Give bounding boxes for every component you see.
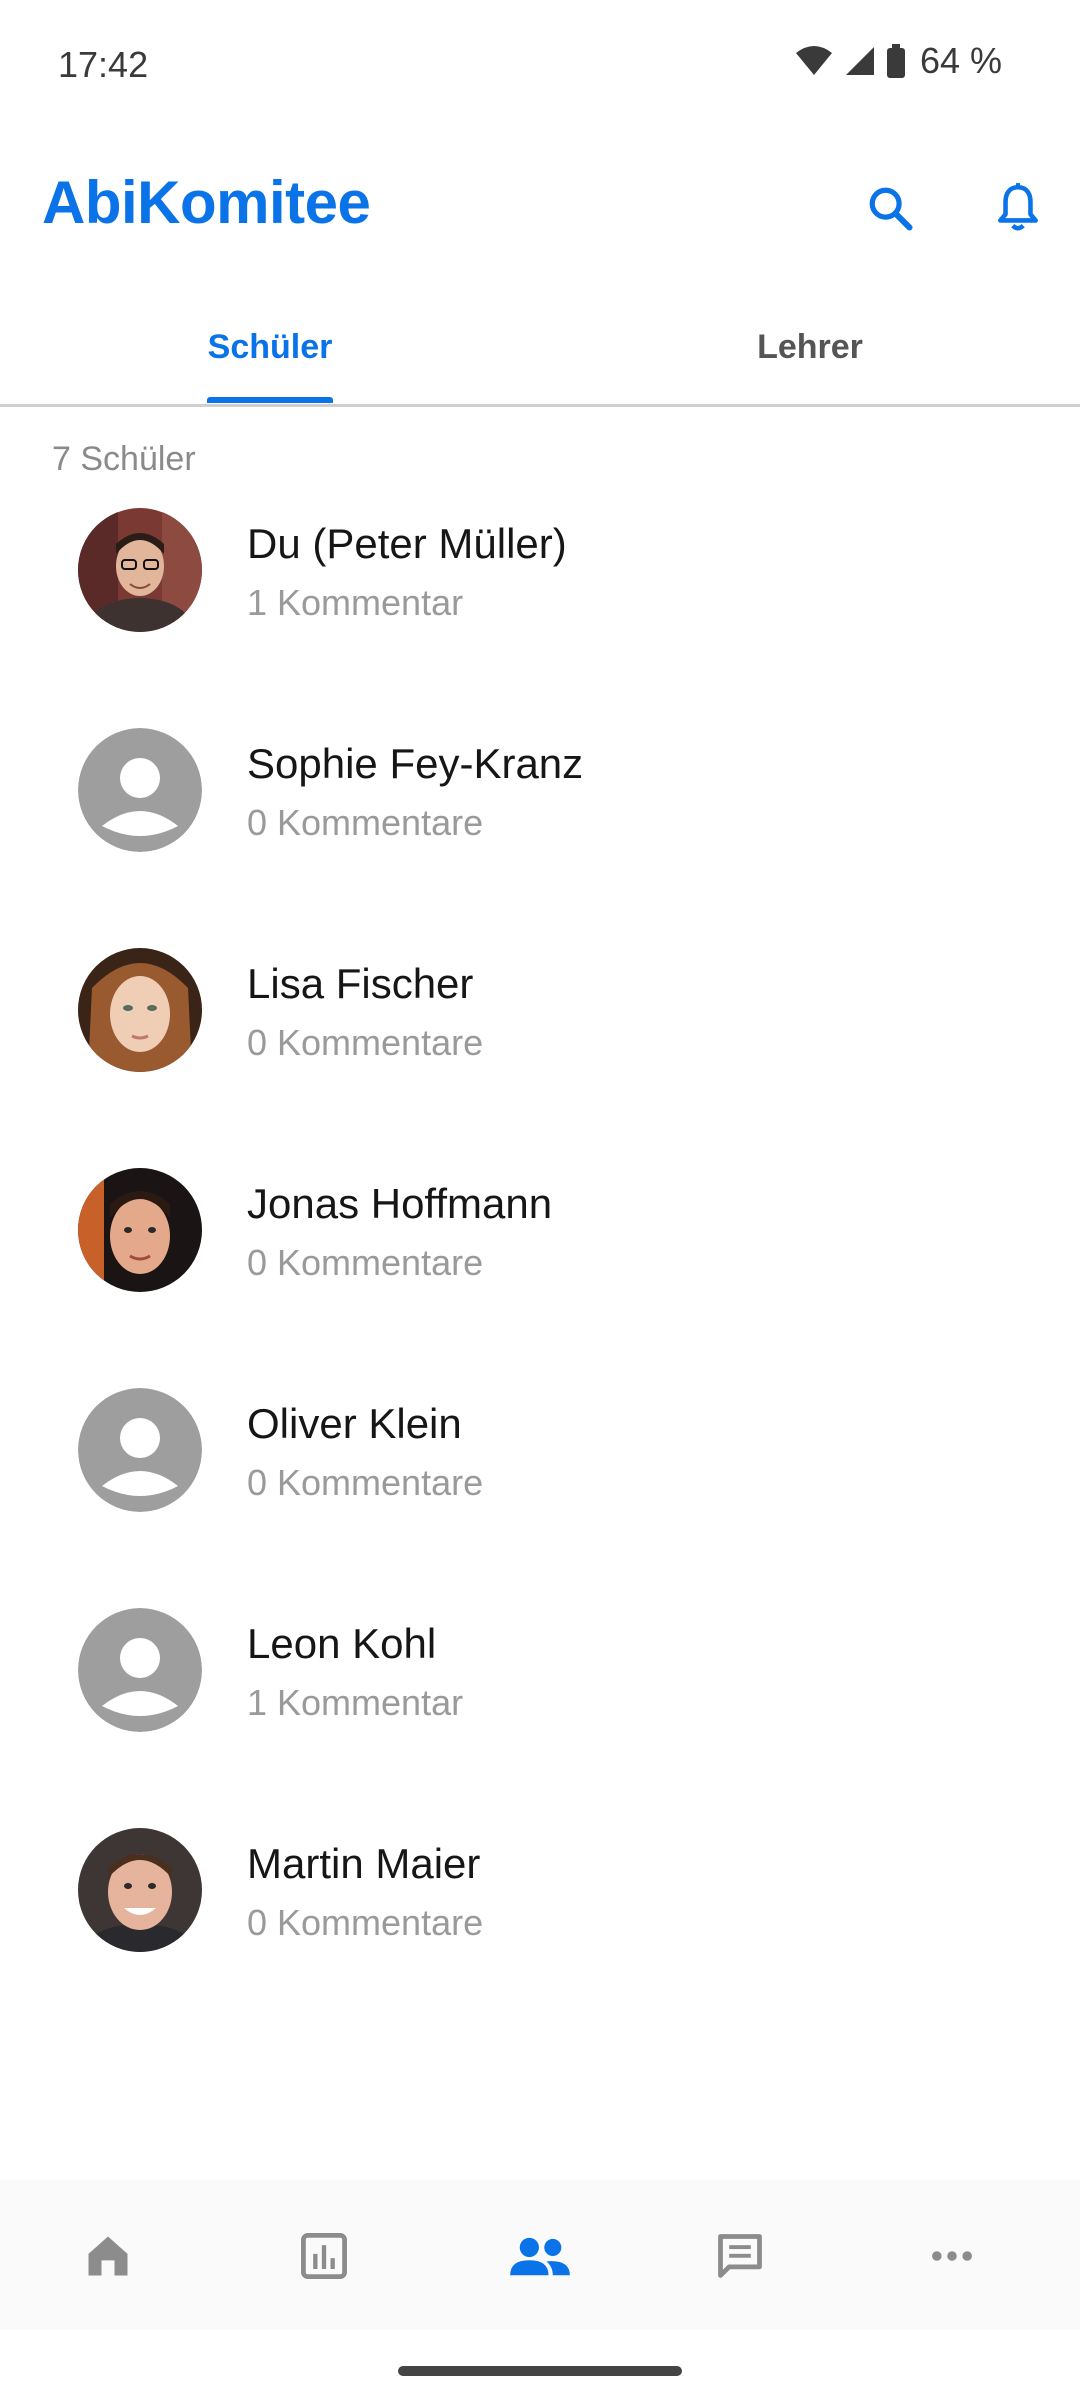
- nav-messages[interactable]: [690, 2208, 790, 2308]
- battery-percentage: 64 %: [919, 40, 1002, 81]
- comment-count: 1 Kommentar: [247, 1682, 464, 1723]
- comment-count: 1 Kommentar: [247, 582, 464, 623]
- person-name: Martin Maier: [247, 1840, 481, 1887]
- comment-count: 0 Kommentare: [247, 1242, 484, 1283]
- home-indicator[interactable]: [398, 2366, 682, 2376]
- student-list: Du (Peter Müller) 1 Kommentar Sophie Fey…: [0, 500, 1080, 2040]
- status-icons: 64 %: [794, 40, 1002, 82]
- battery-icon: [886, 44, 906, 78]
- comment-count: 0 Kommentare: [247, 1462, 484, 1503]
- tab-lehrer[interactable]: Lehrer: [540, 290, 1080, 404]
- app-title: AbiKomitee: [42, 169, 371, 236]
- chat-icon: [714, 2230, 766, 2287]
- tab-schueler[interactable]: Schüler: [0, 290, 540, 404]
- home-icon: [82, 2230, 134, 2287]
- tab-bar: Schüler Lehrer: [0, 290, 1080, 407]
- avatar: [78, 1168, 202, 1292]
- signal-icon: [844, 45, 876, 77]
- avatar-placeholder-icon: [78, 728, 202, 852]
- more-icon: [926, 2230, 978, 2287]
- status-bar: 17:42 64 %: [0, 0, 1080, 130]
- bottom-navigation: [0, 2180, 1080, 2330]
- search-icon: [864, 182, 916, 239]
- person-name: Leon Kohl: [247, 1620, 437, 1667]
- comment-count: 0 Kommentare: [247, 1902, 484, 1943]
- notifications-button[interactable]: [978, 170, 1058, 250]
- person-name: Oliver Klein: [247, 1400, 462, 1447]
- search-button[interactable]: [850, 170, 930, 250]
- nav-statistics[interactable]: [274, 2208, 374, 2308]
- avatar-placeholder-icon: [78, 1608, 202, 1732]
- avatar: [78, 948, 202, 1072]
- wifi-icon: [794, 45, 834, 77]
- list-item[interactable]: Sophie Fey-Kranz 0 Kommentare: [0, 720, 1080, 940]
- avatar-placeholder-icon: [78, 1388, 202, 1512]
- nav-home[interactable]: [58, 2208, 158, 2308]
- student-count: 7 Schüler: [52, 440, 196, 478]
- list-item[interactable]: Jonas Hoffmann 0 Kommentare: [0, 1160, 1080, 1380]
- bell-icon: [993, 181, 1043, 240]
- list-item[interactable]: Martin Maier 0 Kommentare: [0, 1820, 1080, 2040]
- comment-count: 0 Kommentare: [247, 802, 484, 843]
- person-name: Jonas Hoffmann: [247, 1180, 553, 1227]
- person-name: Du (Peter Müller): [247, 520, 567, 567]
- people-icon: [508, 2230, 572, 2287]
- nav-more[interactable]: [902, 2208, 1002, 2308]
- active-tab-indicator: [207, 397, 333, 403]
- list-item[interactable]: Leon Kohl 1 Kommentar: [0, 1600, 1080, 1820]
- avatar: [78, 1828, 202, 1952]
- list-item[interactable]: Oliver Klein 0 Kommentare: [0, 1380, 1080, 1600]
- comment-count: 0 Kommentare: [247, 1022, 484, 1063]
- list-item[interactable]: Lisa Fischer 0 Kommentare: [0, 940, 1080, 1160]
- nav-people[interactable]: [490, 2208, 590, 2308]
- status-time: 17:42: [58, 44, 149, 85]
- person-name: Lisa Fischer: [247, 960, 474, 1007]
- stats-icon: [298, 2230, 350, 2287]
- avatar: [78, 508, 202, 632]
- person-name: Sophie Fey-Kranz: [247, 740, 584, 787]
- list-item[interactable]: Du (Peter Müller) 1 Kommentar: [0, 500, 1080, 720]
